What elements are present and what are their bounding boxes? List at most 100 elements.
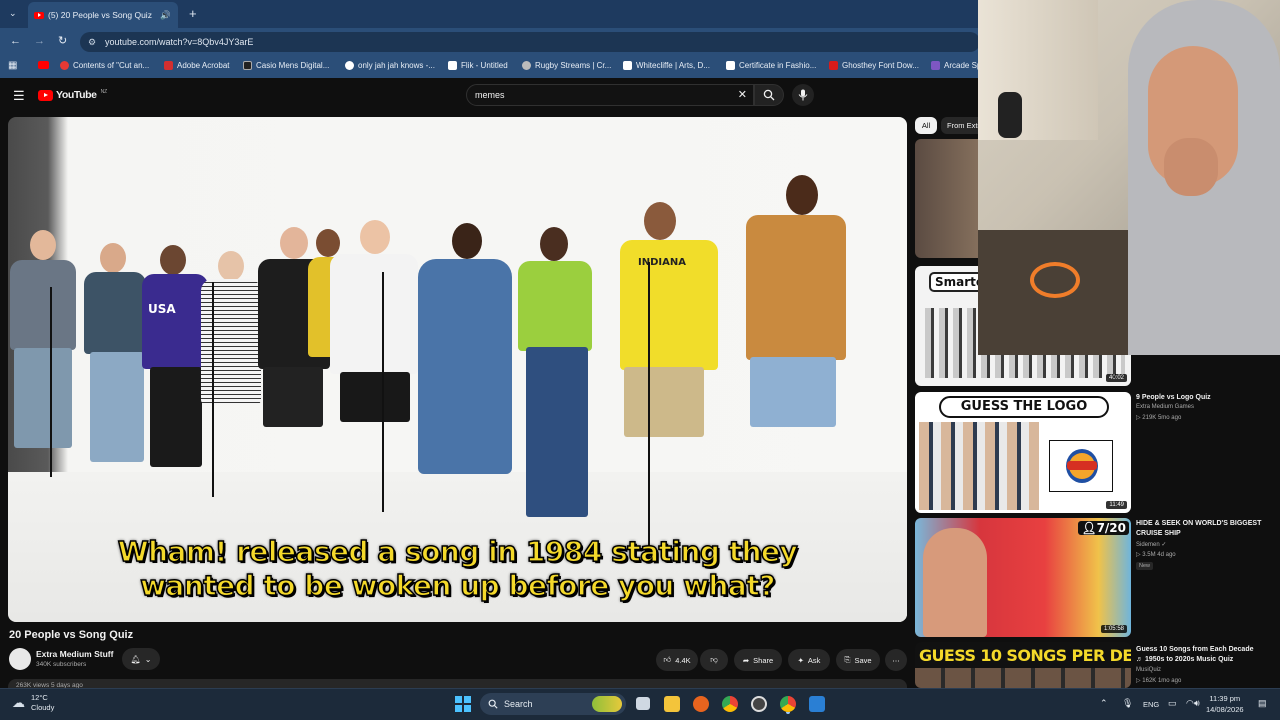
recommended-thumbnail[interactable]: GUESS THE LOGO 11:49 bbox=[915, 392, 1131, 513]
ask-button[interactable]: ✦ Ask bbox=[788, 649, 830, 671]
mic-stand bbox=[212, 282, 214, 497]
hamburger-menu-icon[interactable]: ☰ bbox=[13, 88, 25, 104]
video-duration: 1:05:58 bbox=[1100, 625, 1127, 633]
mic-stand bbox=[50, 287, 52, 477]
thumbnail-person bbox=[923, 528, 987, 637]
back-arrow-icon[interactable]: ← bbox=[10, 35, 21, 47]
search-input[interactable]: memes ✕ bbox=[466, 84, 754, 106]
notifications-icon[interactable]: ▤ bbox=[1258, 698, 1267, 709]
share-button[interactable]: ➦ Share bbox=[734, 649, 782, 671]
save-button[interactable]: ⎘ Save bbox=[836, 649, 880, 671]
brave-browser-icon[interactable] bbox=[693, 696, 709, 712]
bookmark-item[interactable]: Casio Mens Digital... bbox=[243, 61, 329, 70]
channel-avatar[interactable] bbox=[9, 648, 31, 670]
search-icon bbox=[488, 699, 498, 709]
clock-time: 11:39 pm bbox=[1209, 694, 1241, 703]
person-icon: 👤︎ bbox=[1081, 521, 1097, 535]
task-view-icon[interactable] bbox=[636, 697, 650, 710]
bookmark-item[interactable]: Ghosthey Font Dow... bbox=[829, 61, 919, 70]
thumbnail-text: GUESS 10 SONGS PER DECADE bbox=[919, 646, 1131, 665]
recommended-channel[interactable]: Extra Medium Games bbox=[1136, 404, 1194, 410]
recommended-title[interactable]: 9 People vs Logo Quiz bbox=[1136, 393, 1271, 403]
obs-icon[interactable] bbox=[751, 696, 767, 712]
language-indicator[interactable]: ENG bbox=[1143, 700, 1159, 709]
bookmark-item[interactable]: Arcade Sp bbox=[931, 61, 981, 70]
browser-tab-active[interactable]: (5) 20 People vs Song Quiz 🔊 ✕ bbox=[28, 2, 178, 28]
forward-arrow-icon[interactable]: → bbox=[34, 35, 45, 47]
address-bar[interactable]: ⚙ youtube.com/watch?v=8Qbv4JY3arE bbox=[80, 32, 980, 52]
channel-name[interactable]: Extra Medium Stuff bbox=[36, 649, 113, 659]
search-value: memes bbox=[475, 90, 505, 100]
clear-search-icon[interactable]: ✕ bbox=[738, 85, 747, 105]
bookmark-item[interactable]: only jah jah knows -... bbox=[345, 61, 435, 70]
clock-date: 14/08/2026 bbox=[1206, 705, 1244, 714]
dislike-button[interactable]: 👎︎ bbox=[700, 649, 728, 671]
microphone-tray-icon[interactable]: 🎙︎ bbox=[1122, 698, 1133, 709]
windows-start-icon[interactable] bbox=[455, 696, 471, 712]
chip-all[interactable]: All bbox=[915, 117, 937, 134]
search-icon bbox=[763, 89, 775, 101]
recommended-channel[interactable]: MusiQuiz bbox=[1136, 667, 1161, 673]
apps-grid-icon[interactable]: ▦ bbox=[8, 60, 17, 71]
reload-icon[interactable]: ↻ bbox=[58, 34, 67, 47]
bell-icon: 🔔︎ bbox=[130, 654, 141, 664]
share-arrow-icon: ➦ bbox=[742, 655, 750, 665]
recommended-meta: ▷ 219K 5mo ago bbox=[1136, 415, 1182, 421]
voice-search-button[interactable] bbox=[792, 84, 814, 106]
sparkle-icon: ✦ bbox=[797, 655, 804, 665]
bookmark-icon: ⎘ bbox=[844, 655, 851, 664]
recommended-title[interactable]: Guess 10 Songs from Each Decade bbox=[1136, 645, 1271, 655]
recommended-title[interactable]: HIDE & SEEK ON WORLD'S BIGGEST CRUISE SH… bbox=[1136, 519, 1271, 539]
speaker-icon[interactable]: 🔊 bbox=[160, 10, 171, 21]
wifi-icon[interactable]: ◠ bbox=[1186, 698, 1194, 709]
site-info-icon[interactable]: ⚙ bbox=[88, 32, 96, 52]
new-badge: New bbox=[1136, 562, 1154, 570]
webcam-person-hand bbox=[1164, 138, 1218, 196]
thumbnail-score: 👤︎7/20 bbox=[1078, 521, 1129, 535]
weather-temperature: 12°C bbox=[31, 693, 48, 702]
video-player[interactable]: USA INDIANA Wham! released a song in 198… bbox=[8, 117, 907, 622]
video-duration: 11:49 bbox=[1106, 501, 1127, 509]
youtube-bookmark-icon[interactable] bbox=[38, 61, 49, 69]
chrome-icon[interactable] bbox=[722, 696, 738, 712]
file-explorer-icon[interactable] bbox=[664, 696, 680, 712]
youtube-logo[interactable]: YouTube NZ bbox=[38, 89, 107, 101]
cloud-icon: ☁ bbox=[12, 695, 25, 710]
monitor-icon[interactable]: ▭ bbox=[1168, 698, 1177, 709]
recommended-thumbnail[interactable]: GUESS 10 SONGS PER DECADE bbox=[915, 642, 1131, 688]
youtube-favicon-icon bbox=[34, 11, 44, 19]
chrome-active-icon[interactable] bbox=[780, 696, 796, 712]
burger-king-logo-icon bbox=[1049, 440, 1113, 492]
weather-widget[interactable]: ☁ 12°C Cloudy bbox=[12, 693, 54, 713]
like-count: 4.4K bbox=[675, 655, 691, 665]
thumbnail-faces bbox=[915, 668, 1131, 688]
bookmark-item[interactable]: Whitecliffe | Arts, D... bbox=[623, 61, 710, 70]
search-button[interactable] bbox=[754, 84, 784, 106]
chevron-down-icon: ⌄ bbox=[144, 654, 152, 664]
recommended-title-line-2[interactable]: ♬ 1950s to 2020s Music Quiz bbox=[1136, 655, 1271, 665]
recommended-thumbnail[interactable]: 👤︎7/20 1:05:58 bbox=[915, 518, 1131, 637]
bookmark-item[interactable]: Flik - Untitled bbox=[448, 61, 508, 70]
bookmark-item[interactable]: Contents of "Cut an... bbox=[60, 61, 149, 70]
system-clock[interactable]: 11:39 pm 14/08/2026 bbox=[1206, 693, 1244, 715]
taskbar-search[interactable]: Search bbox=[480, 693, 626, 715]
recommended-channel[interactable]: Sidemen ✓ bbox=[1136, 541, 1166, 548]
photos-icon[interactable] bbox=[809, 696, 825, 712]
subscriber-count: 340K subscribers bbox=[36, 661, 87, 668]
more-actions-button[interactable]: ⋯ bbox=[885, 649, 907, 671]
mic-stand bbox=[382, 272, 384, 512]
tab-list-chevron-icon[interactable]: ⌄ bbox=[9, 8, 17, 19]
thumbs-down-icon: 👎︎ bbox=[710, 655, 718, 664]
youtube-play-logo-icon bbox=[38, 89, 53, 101]
thumbnail-people bbox=[919, 422, 1039, 510]
chevron-up-icon[interactable]: ⌃ bbox=[1100, 698, 1108, 709]
bookmark-item[interactable]: Rugby Streams | Cr... bbox=[522, 61, 611, 70]
bookmark-item[interactable]: Certificate in Fashio... bbox=[726, 61, 816, 70]
bookmark-item[interactable]: Adobe Acrobat bbox=[164, 61, 229, 70]
new-tab-plus-icon[interactable]: + bbox=[189, 6, 197, 21]
recommended-meta: ▷ 162K 1mo ago bbox=[1136, 678, 1182, 684]
notification-bell-button[interactable]: 🔔︎ ⌄ bbox=[122, 648, 160, 670]
like-button[interactable]: 👍︎ 4.4K bbox=[656, 649, 698, 671]
music-note-icon: ♬ bbox=[1136, 656, 1143, 663]
volume-icon[interactable]: 🔊︎ bbox=[1194, 698, 1200, 709]
